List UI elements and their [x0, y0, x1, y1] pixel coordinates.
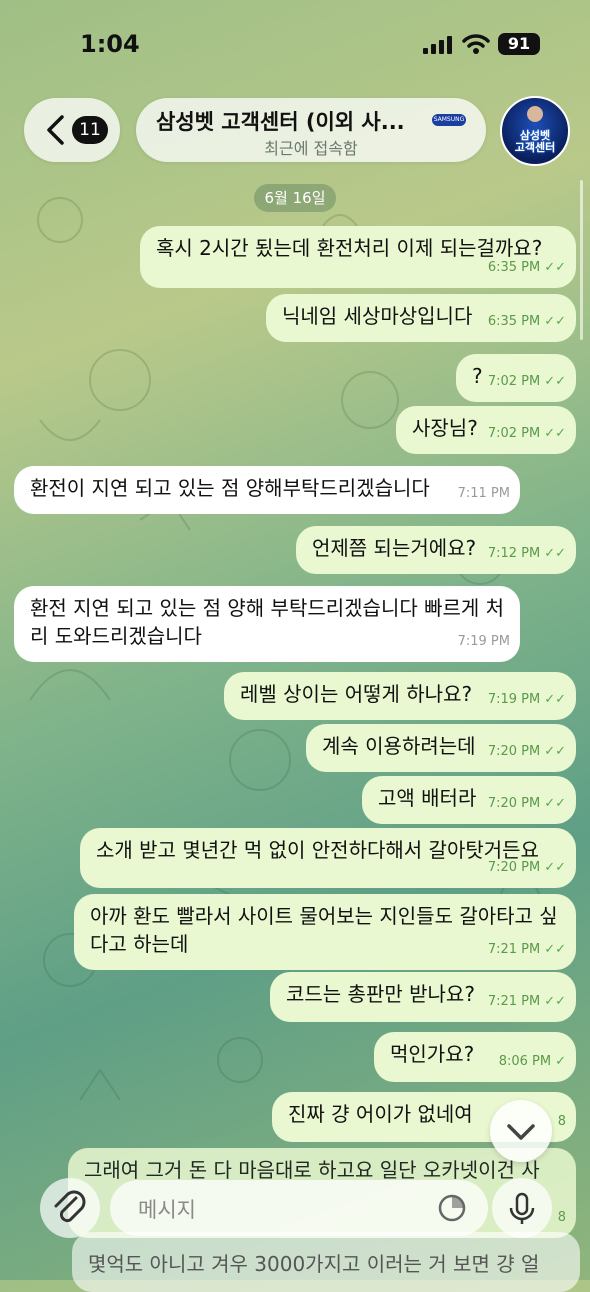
message-time: 8 [557, 1114, 566, 1129]
sticker-icon[interactable] [436, 1192, 468, 1224]
message-text: 닉네임 세상마상입니다 [282, 304, 473, 328]
message-bubble-outgoing[interactable]: ? 7:02 PM ✓✓ [456, 354, 576, 402]
message-time: 7:19 PM [487, 692, 541, 707]
message-time: 7:21 PM [487, 994, 541, 1009]
back-button[interactable]: 11 [24, 98, 120, 162]
message-meta: 7:21 PM ✓✓ [488, 988, 566, 1016]
message-text: 혹시 2시간 됬는데 환전처리 이제 되는걸까요? [156, 236, 543, 260]
message-input-placeholder: 메시지 [138, 1198, 196, 1222]
double-check-icon: ✓✓ [544, 374, 566, 389]
avatar-label: 삼성벳 고객센터 [502, 130, 568, 154]
message-meta: 7:20 PM ✓✓ [488, 854, 566, 882]
double-check-icon: ✓✓ [544, 314, 566, 329]
battery-indicator: 91 [498, 33, 540, 55]
message-text: 언제쯤 되는거에요? [312, 536, 477, 560]
message-text: 진짜 걍 어이가 없네여 [288, 1102, 473, 1126]
wifi-icon [462, 34, 490, 54]
cellular-signal-icon [423, 36, 452, 54]
unread-count-badge: 11 [72, 116, 108, 144]
message-text: 먹인가요? [390, 1042, 475, 1066]
avatar-person-image [527, 106, 543, 122]
status-bar: 1:04 91 [0, 0, 590, 90]
double-check-icon: ✓✓ [544, 426, 566, 441]
message-time: 7:20 PM [487, 744, 541, 759]
message-text: 환전 지연 되고 있는 점 양해 부탁드리겠습니다 빠르게 처리 도와드리겠습니… [30, 596, 505, 648]
paperclip-icon [54, 1190, 86, 1223]
chevron-down-icon [507, 1124, 535, 1140]
message-time: 7:02 PM [487, 374, 541, 389]
message-meta: 7:20 PM ✓✓ [488, 738, 566, 766]
message-bubble-outgoing[interactable]: 코드는 총판만 받나요? 7:21 PM ✓✓ [270, 972, 576, 1022]
avatar-label-line2: 고객센터 [514, 141, 556, 154]
message-bubble-outgoing[interactable]: 언제쯤 되는거에요? 7:12 PM ✓✓ [296, 526, 576, 574]
check-icon: ✓ [555, 1054, 566, 1069]
avatar[interactable]: 삼성벳 고객센터 [500, 96, 570, 166]
double-check-icon: ✓✓ [544, 744, 566, 759]
message-time: 6:35 PM [487, 314, 541, 329]
samsung-logo: SAMSUNG [432, 114, 466, 126]
message-bubble-outgoing[interactable]: 고액 배터라 7:20 PM ✓✓ [362, 776, 576, 824]
double-check-icon: ✓✓ [544, 260, 566, 275]
message-meta: 7:19 PM [458, 628, 510, 656]
message-bubble-outgoing[interactable]: 혹시 2시간 됬는데 환전처리 이제 되는걸까요? 6:35 PM ✓✓ [140, 226, 576, 288]
message-time: 7:11 PM [457, 486, 510, 501]
message-meta: 6:35 PM ✓✓ [488, 308, 566, 336]
message-time: 8:06 PM [498, 1054, 552, 1069]
message-meta: 7:02 PM ✓✓ [488, 368, 566, 396]
message-time: 7:12 PM [487, 546, 541, 561]
double-check-icon: ✓✓ [544, 546, 566, 561]
message-text: ? [472, 364, 483, 388]
message-meta: 7:12 PM ✓✓ [488, 540, 566, 568]
message-meta: 7:19 PM ✓✓ [488, 686, 566, 714]
double-check-icon: ✓✓ [544, 994, 566, 1009]
message-text: 계속 이용하려는데 [322, 734, 476, 758]
message-time: 6:35 PM [487, 260, 541, 275]
message-text: 코드는 총판만 받나요? [286, 982, 475, 1006]
message-meta: 6:35 PM ✓✓ [488, 254, 566, 282]
scrollbar[interactable] [580, 180, 583, 340]
status-time: 1:04 [80, 30, 140, 58]
message-time: 7:19 PM [457, 634, 510, 649]
message-input[interactable]: 메시지 [110, 1180, 488, 1236]
double-check-icon: ✓✓ [544, 796, 566, 811]
message-text: 환전이 지연 되고 있는 점 양해부탁드리겠습니다 [30, 476, 430, 500]
attach-button[interactable] [40, 1178, 100, 1238]
scroll-to-bottom-button[interactable] [490, 1100, 552, 1162]
microphone-icon [509, 1192, 535, 1224]
double-check-icon: ✓✓ [544, 860, 566, 875]
double-check-icon: ✓✓ [544, 692, 566, 707]
message-text: 사장님? [412, 416, 478, 440]
message-text: 고액 배터라 [378, 786, 477, 810]
message-bubble-outgoing[interactable]: 닉네임 세상마상입니다 6:35 PM ✓✓ [266, 294, 576, 342]
message-time: 7:02 PM [487, 426, 541, 441]
message-bubble-outgoing[interactable]: 사장님? 7:02 PM ✓✓ [396, 406, 576, 454]
chat-title: 삼성벳 고객센터 (이외 사... [156, 110, 405, 134]
message-meta: 8 [558, 1108, 566, 1136]
date-separator: 6월 16일 [254, 184, 336, 212]
message-meta: 7:20 PM ✓✓ [488, 790, 566, 818]
message-time: 7:20 PM [487, 796, 541, 811]
message-text: 소개 받고 몇년간 먹 없이 안전하다해서 갈아탓거든요 [96, 838, 539, 862]
message-text: 레벨 상이는 어떻게 하나요? [240, 682, 473, 706]
message-input-bar: 메시지 [0, 1170, 590, 1280]
message-bubble-outgoing[interactable]: 먹인가요? 8:06 PM ✓ [374, 1032, 576, 1082]
last-seen-status: 최근에 접속함 [264, 139, 358, 158]
message-time: 7:20 PM [487, 860, 541, 875]
chat-header-info[interactable]: 삼성벳 고객센터 (이외 사... SAMSUNG 최근에 접속함 [136, 98, 486, 162]
message-bubble-incoming[interactable]: 환전이 지연 되고 있는 점 양해부탁드리겠습니다 7:11 PM [14, 466, 520, 514]
message-meta: 8:06 PM ✓ [499, 1048, 566, 1076]
message-meta: 7:21 PM ✓✓ [488, 936, 566, 964]
message-bubble-outgoing[interactable]: 계속 이용하려는데 7:20 PM ✓✓ [306, 724, 576, 772]
microphone-button[interactable] [492, 1178, 552, 1238]
message-bubble-incoming[interactable]: 환전 지연 되고 있는 점 양해 부탁드리겠습니다 빠르게 처리 도와드리겠습니… [14, 586, 520, 662]
message-meta: 7:02 PM ✓✓ [488, 420, 566, 448]
message-bubble-outgoing[interactable]: 소개 받고 몇년간 먹 없이 안전하다해서 갈아탓거든요 7:20 PM ✓✓ [80, 828, 576, 888]
message-meta: 7:11 PM [458, 480, 510, 508]
message-bubble-outgoing[interactable]: 레벨 상이는 어떻게 하나요? 7:19 PM ✓✓ [224, 672, 576, 720]
double-check-icon: ✓✓ [544, 942, 566, 957]
chevron-left-icon [47, 115, 64, 145]
message-time: 7:21 PM [487, 942, 541, 957]
message-bubble-outgoing[interactable]: 아까 환도 빨라서 사이트 물어보는 지인들도 갈아타고 싶다고 하는데 7:2… [74, 894, 576, 970]
